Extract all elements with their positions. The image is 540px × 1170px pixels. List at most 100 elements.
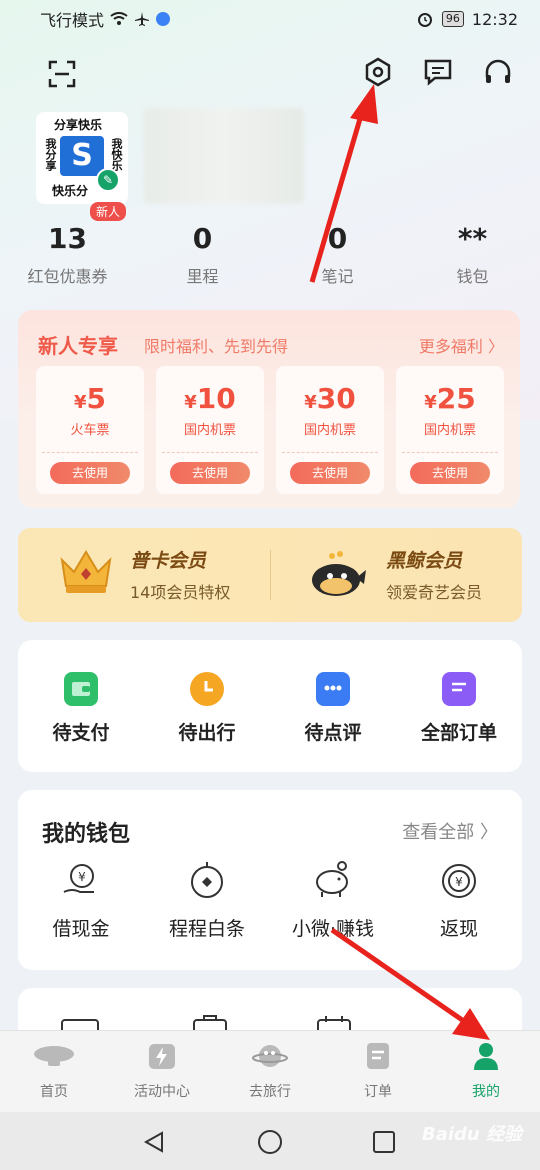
scan-icon[interactable] bbox=[44, 56, 80, 92]
stat-label: 里程 bbox=[186, 267, 219, 286]
document-icon bbox=[442, 672, 476, 706]
wallet-item-cash-loan[interactable]: ¥ 借现金 bbox=[18, 860, 144, 941]
recents-icon[interactable] bbox=[372, 1130, 396, 1154]
newcomer-title: 新人专享 bbox=[38, 334, 118, 358]
tab-label: 订单 bbox=[364, 1084, 392, 1100]
coupon-name: 火车票 bbox=[70, 423, 110, 438]
person-icon bbox=[474, 1043, 498, 1070]
headset-icon[interactable] bbox=[480, 54, 516, 90]
coupon-divider bbox=[282, 452, 378, 453]
tab-label: 我的 bbox=[472, 1084, 500, 1100]
stat-value: 0 bbox=[327, 222, 348, 255]
alarm-icon bbox=[417, 13, 432, 27]
use-coupon-button[interactable]: 去使用 bbox=[170, 462, 250, 484]
wallet-item-earn-money[interactable]: 小微·赚钱 bbox=[270, 860, 396, 941]
system-navigation-bar: Baidu 经验 bbox=[0, 1112, 540, 1170]
avatar-text-bottom: 快乐分 bbox=[52, 184, 89, 198]
coupon-amount: 25 bbox=[436, 382, 476, 415]
order-icon bbox=[367, 1043, 389, 1069]
wifi-icon bbox=[110, 12, 128, 25]
stat-value: ** bbox=[457, 222, 488, 255]
avatar[interactable]: 分享快乐 我分享 我快乐 S 快乐分 ✎ 新人 bbox=[36, 112, 128, 221]
coupon-divider bbox=[162, 452, 258, 453]
membership-subtitle: 领爱奇艺会员 bbox=[386, 583, 483, 602]
cashback-icon: ¥ bbox=[442, 864, 476, 898]
stat-wallet[interactable]: ** 钱包 bbox=[405, 222, 540, 287]
tab-mine[interactable]: 我的 bbox=[432, 1031, 540, 1112]
avatar-logo: S bbox=[60, 136, 104, 176]
tab-orders[interactable]: 订单 bbox=[324, 1031, 432, 1112]
order-label: 待点评 bbox=[304, 722, 362, 744]
stat-label: 钱包 bbox=[456, 267, 489, 286]
coupon-amount: 5 bbox=[86, 382, 106, 415]
stat-label: 红包优惠券 bbox=[27, 267, 108, 286]
tab-label: 活动中心 bbox=[134, 1084, 190, 1100]
stat-notes[interactable]: 0 笔记 bbox=[270, 222, 405, 287]
coupon-currency: ¥ bbox=[424, 392, 437, 413]
coupon-card[interactable]: ¥5 火车票 去使用 bbox=[36, 366, 144, 494]
coupon-currency: ¥ bbox=[73, 392, 87, 413]
tab-activity-center[interactable]: 活动中心 bbox=[108, 1031, 216, 1112]
stat-coupons[interactable]: 13 红包优惠券 bbox=[0, 222, 135, 287]
lightning-icon bbox=[149, 1044, 175, 1069]
stat-mileage[interactable]: 0 里程 bbox=[135, 222, 270, 287]
airship-icon bbox=[34, 1046, 74, 1066]
coupon-card[interactable]: ¥25 国内机票 去使用 bbox=[396, 366, 504, 494]
app-notification-icon bbox=[156, 12, 171, 26]
battery-indicator: 96 bbox=[441, 11, 464, 27]
edit-pencil-icon[interactable]: ✎ bbox=[96, 168, 120, 192]
view-all-link[interactable]: 查看全部 〉 bbox=[402, 818, 498, 844]
coupon-currency: ¥ bbox=[304, 392, 317, 413]
wallet-item-label: 返现 bbox=[439, 918, 478, 940]
coupon-card[interactable]: ¥10 国内机票 去使用 bbox=[156, 366, 264, 494]
wallet-item-white-bar[interactable]: 程程白条 bbox=[144, 860, 270, 941]
order-pending-travel[interactable]: 待出行 bbox=[144, 640, 270, 772]
tab-label: 首页 bbox=[40, 1084, 68, 1100]
wallet-item-label: 借现金 bbox=[52, 918, 110, 940]
airplane-mode-label: 飞行模式 bbox=[40, 11, 105, 30]
tab-go-travel[interactable]: 去旅行 bbox=[216, 1031, 324, 1112]
coupon-divider bbox=[42, 452, 138, 453]
airplane-icon bbox=[135, 12, 150, 26]
blurred-username bbox=[144, 108, 304, 204]
message-icon[interactable] bbox=[420, 54, 456, 90]
coupon-currency: ¥ bbox=[184, 392, 197, 413]
use-coupon-button[interactable]: 去使用 bbox=[290, 462, 370, 484]
tab-home[interactable]: 首页 bbox=[0, 1031, 108, 1112]
wallet-item-cashback[interactable]: ¥ 返现 bbox=[396, 860, 522, 941]
settings-icon[interactable] bbox=[360, 54, 396, 90]
order-pending-payment[interactable]: 待支付 bbox=[18, 640, 144, 772]
whale-icon bbox=[308, 548, 368, 604]
newcomer-subtitle: 限时福利、先到先得 bbox=[144, 337, 289, 356]
coin-icon bbox=[191, 862, 223, 898]
coupon-amount: 30 bbox=[316, 382, 356, 415]
new-user-badge: 新人 bbox=[90, 202, 127, 221]
wallet-item-label: 小微·赚钱 bbox=[291, 918, 375, 940]
chat-icon bbox=[316, 672, 350, 706]
membership-banner: 普卡会员 14项会员特权 黑鲸会员 领爱奇艺会员 bbox=[18, 528, 522, 622]
more-benefits-link[interactable]: 更多福利 〉 bbox=[419, 333, 504, 357]
coupon-name: 国内机票 bbox=[303, 423, 356, 438]
crown-icon bbox=[58, 546, 114, 600]
coupon-card[interactable]: ¥30 国内机票 去使用 bbox=[276, 366, 384, 494]
order-all[interactable]: 全部订单 bbox=[396, 640, 522, 772]
order-pending-review[interactable]: 待点评 bbox=[270, 640, 396, 772]
membership-title: 普卡会员 bbox=[130, 550, 207, 572]
membership-regular[interactable]: 普卡会员 14项会员特权 bbox=[130, 546, 230, 603]
back-icon[interactable] bbox=[142, 1130, 166, 1154]
my-wallet-card: 我的钱包 查看全部 〉 ¥ 借现金 程程白条 小微·赚钱 ¥ 返现 bbox=[18, 790, 522, 970]
wallet-title: 我的钱包 bbox=[42, 822, 131, 847]
use-coupon-button[interactable]: 去使用 bbox=[410, 462, 490, 484]
wallet-item-label: 程程白条 bbox=[168, 918, 245, 940]
coupon-name: 国内机票 bbox=[183, 423, 236, 438]
coupon-name: 国内机票 bbox=[423, 423, 476, 438]
use-coupon-button[interactable]: 去使用 bbox=[50, 462, 130, 484]
orders-card: 待支付 待出行 待点评 全部订单 bbox=[18, 640, 522, 772]
stats-row: 13 红包优惠券 0 里程 0 笔记 ** 钱包 bbox=[0, 222, 540, 287]
tab-label: 去旅行 bbox=[249, 1084, 291, 1100]
membership-black-whale[interactable]: 黑鲸会员 领爱奇艺会员 bbox=[386, 546, 482, 603]
bottom-tab-bar: 首页 活动中心 去旅行 订单 我的 bbox=[0, 1030, 540, 1112]
home-icon[interactable] bbox=[256, 1128, 284, 1156]
svg-text:¥: ¥ bbox=[455, 875, 463, 889]
membership-subtitle: 14项会员特权 bbox=[130, 583, 231, 602]
